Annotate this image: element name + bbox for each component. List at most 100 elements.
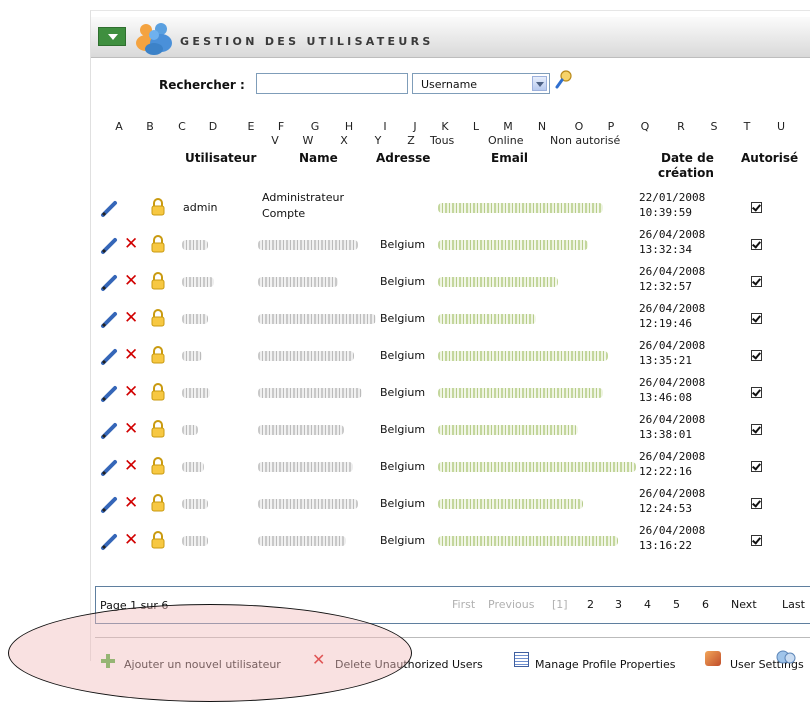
filter-letter-b[interactable]: B xyxy=(142,120,158,133)
profile-properties-icon[interactable] xyxy=(514,652,529,667)
edit-icon[interactable] xyxy=(100,200,118,218)
filter-letter-w[interactable]: W xyxy=(300,134,316,147)
filter-letter-i[interactable]: I xyxy=(377,120,393,133)
pager-last-link[interactable]: Last xyxy=(782,598,805,611)
filter-letter-r[interactable]: R xyxy=(673,120,689,133)
add-user-button[interactable]: Ajouter un nouvel utilisateur xyxy=(124,658,281,671)
filter-letter-e[interactable]: E xyxy=(243,120,259,133)
lock-icon[interactable] xyxy=(151,494,165,512)
delete-row-icon[interactable]: ✕ xyxy=(124,493,138,513)
column-header-date[interactable]: Date de xyxy=(661,151,714,165)
lock-icon[interactable] xyxy=(151,346,165,364)
collapse-toggle-button[interactable] xyxy=(98,27,126,46)
authorized-checkbox[interactable] xyxy=(751,202,762,213)
edit-icon[interactable] xyxy=(100,496,118,514)
lock-icon[interactable] xyxy=(151,272,165,290)
filter-letter-t[interactable]: T xyxy=(739,120,755,133)
filter-letter-y[interactable]: Y xyxy=(370,134,386,147)
lock-icon[interactable] xyxy=(151,198,165,216)
edit-icon[interactable] xyxy=(100,533,118,551)
filter-letter-k[interactable]: K xyxy=(437,120,453,133)
filter-letter-m[interactable]: M xyxy=(500,120,516,133)
filter-letter-g[interactable]: G xyxy=(307,120,323,133)
chevron-down-icon[interactable] xyxy=(532,76,547,91)
edit-icon[interactable] xyxy=(100,459,118,477)
lock-icon[interactable] xyxy=(151,383,165,401)
authorized-checkbox[interactable] xyxy=(751,313,762,324)
delete-row-icon[interactable]: ✕ xyxy=(124,456,138,476)
edit-icon[interactable] xyxy=(100,385,118,403)
edit-icon[interactable] xyxy=(100,274,118,292)
search-field-value: Username xyxy=(421,78,478,91)
authorized-checkbox[interactable] xyxy=(751,461,762,472)
edit-icon[interactable] xyxy=(100,422,118,440)
column-header-address[interactable]: Adresse xyxy=(376,151,430,165)
delete-row-icon[interactable]: ✕ xyxy=(124,308,138,328)
lock-icon[interactable] xyxy=(151,457,165,475)
authorized-checkbox[interactable] xyxy=(751,276,762,287)
filter-online[interactable]: Online xyxy=(488,134,523,147)
lock-icon[interactable] xyxy=(151,420,165,438)
settings-icon[interactable] xyxy=(705,651,721,666)
filter-letter-z[interactable]: Z xyxy=(403,134,419,147)
authorized-checkbox[interactable] xyxy=(751,387,762,398)
filter-letter-a[interactable]: A xyxy=(111,120,127,133)
filter-letter-s[interactable]: S xyxy=(706,120,722,133)
plus-icon[interactable] xyxy=(100,653,116,669)
filter-letter-c[interactable]: C xyxy=(174,120,190,133)
filter-letter-l[interactable]: L xyxy=(468,120,484,133)
search-input[interactable] xyxy=(256,73,408,94)
pager-page-4[interactable]: 4 xyxy=(644,598,651,611)
delete-row-icon[interactable]: ✕ xyxy=(124,234,138,254)
column-header-user[interactable]: Utilisateur xyxy=(185,151,256,165)
authorized-checkbox[interactable] xyxy=(751,350,762,361)
edit-icon[interactable] xyxy=(100,311,118,329)
authorized-checkbox[interactable] xyxy=(751,424,762,435)
edit-icon[interactable] xyxy=(100,348,118,366)
redacted-username xyxy=(182,351,202,361)
filter-letter-n[interactable]: N xyxy=(534,120,550,133)
filter-all[interactable]: Tous xyxy=(430,134,454,147)
lock-icon[interactable] xyxy=(151,235,165,253)
pager-page-3[interactable]: 3 xyxy=(615,598,622,611)
authorized-checkbox[interactable] xyxy=(751,535,762,546)
delete-row-icon[interactable]: ✕ xyxy=(124,530,138,550)
delete-unauthorized-button[interactable]: Delete Unauthorized Users xyxy=(335,658,483,671)
filter-letter-d[interactable]: D xyxy=(205,120,221,133)
delete-icon[interactable]: ✕ xyxy=(312,650,325,669)
help-icon[interactable] xyxy=(775,649,797,665)
pager-previous-link[interactable]: Previous xyxy=(488,598,535,611)
column-header-email[interactable]: Email xyxy=(491,151,528,165)
filter-letter-p[interactable]: P xyxy=(603,120,619,133)
filter-letter-f[interactable]: F xyxy=(273,120,289,133)
pager-page-5[interactable]: 5 xyxy=(673,598,680,611)
filter-unauthorized[interactable]: Non autorisé xyxy=(550,134,620,147)
lock-icon[interactable] xyxy=(151,309,165,327)
pager-next-link[interactable]: Next xyxy=(731,598,757,611)
filter-letter-x[interactable]: X xyxy=(336,134,352,147)
filter-letter-j[interactable]: J xyxy=(407,120,423,133)
authorized-checkbox[interactable] xyxy=(751,498,762,509)
delete-row-icon[interactable]: ✕ xyxy=(124,345,138,365)
row-actions: ✕ xyxy=(100,308,170,329)
filter-letter-q[interactable]: Q xyxy=(637,120,653,133)
filter-letter-v[interactable]: V xyxy=(267,134,283,147)
manage-profile-properties-button[interactable]: Manage Profile Properties xyxy=(535,658,675,671)
pager-page-6[interactable]: 6 xyxy=(702,598,709,611)
column-header-authorized[interactable]: Autorisé xyxy=(741,151,798,165)
filter-letter-o[interactable]: O xyxy=(571,120,587,133)
pager-first-link[interactable]: First xyxy=(452,598,475,611)
edit-icon[interactable] xyxy=(100,237,118,255)
search-field-select[interactable]: Username xyxy=(412,73,550,94)
delete-row-icon[interactable]: ✕ xyxy=(124,271,138,291)
column-header-name[interactable]: Name xyxy=(299,151,338,165)
delete-row-icon[interactable]: ✕ xyxy=(124,419,138,439)
lock-icon[interactable] xyxy=(151,531,165,549)
authorized-checkbox[interactable] xyxy=(751,239,762,250)
filter-letter-u[interactable]: U xyxy=(773,120,789,133)
delete-row-icon[interactable]: ✕ xyxy=(124,382,138,402)
redacted-username xyxy=(182,499,208,509)
search-icon[interactable] xyxy=(555,70,573,90)
pager-page-2[interactable]: 2 xyxy=(587,598,594,611)
filter-letter-h[interactable]: H xyxy=(341,120,357,133)
